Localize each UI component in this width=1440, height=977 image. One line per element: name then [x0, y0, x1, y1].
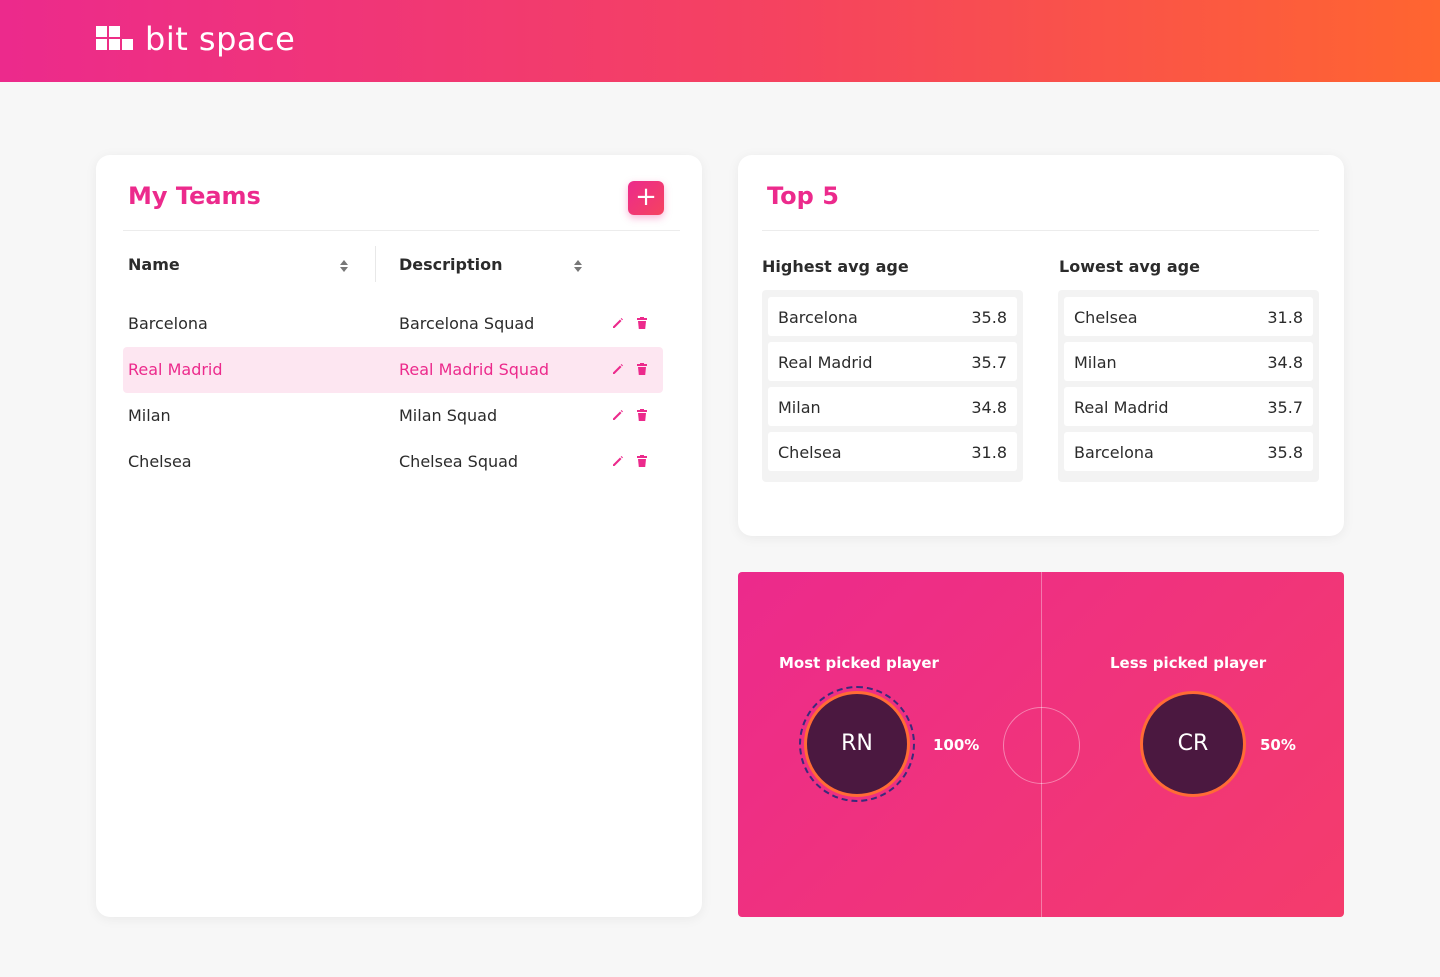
- most-picked-label: Most picked player: [779, 654, 939, 672]
- sort-name-icon[interactable]: [340, 259, 348, 273]
- rank-avg-age: 31.8: [1267, 308, 1303, 327]
- team-name: Barcelona: [128, 314, 208, 333]
- lowest-avg-age-list: Chelsea 31.8 Milan 34.8 Real Madrid 35.7 Barce…: [1058, 290, 1319, 482]
- less-picked-percent: 50%: [1260, 736, 1296, 754]
- top-5-title: Top 5: [767, 182, 839, 210]
- trash-icon[interactable]: [635, 315, 649, 329]
- rank-item: Barcelona 35.8: [1064, 432, 1313, 471]
- rank-team-name: Chelsea: [1074, 308, 1138, 327]
- team-row[interactable]: Barcelona Barcelona Squad: [123, 301, 663, 347]
- edit-icon[interactable]: [611, 315, 625, 329]
- team-row[interactable]: Chelsea Chelsea Squad: [123, 439, 663, 485]
- rank-item: Real Madrid 35.7: [768, 342, 1017, 381]
- logo-icon: [96, 26, 135, 52]
- rank-team-name: Barcelona: [1074, 443, 1154, 462]
- my-teams-title: My Teams: [128, 182, 261, 210]
- rank-team-name: Milan: [778, 398, 821, 417]
- rank-avg-age: 35.7: [1267, 398, 1303, 417]
- rank-item: Milan 34.8: [1064, 342, 1313, 381]
- rank-item: Barcelona 35.8: [768, 297, 1017, 336]
- rank-team-name: Barcelona: [778, 308, 858, 327]
- team-name: Milan: [128, 406, 171, 425]
- edit-icon[interactable]: [611, 407, 625, 421]
- most-picked-percent: 100%: [933, 736, 980, 754]
- team-description: Barcelona Squad: [399, 314, 535, 333]
- top-5-divider: [762, 230, 1319, 231]
- rank-item: Milan 34.8: [768, 387, 1017, 426]
- teams-divider: [123, 230, 680, 231]
- rank-avg-age: 35.7: [971, 353, 1007, 372]
- logo-text: bit space: [145, 20, 296, 58]
- rank-team-name: Real Madrid: [1074, 398, 1169, 417]
- lowest-avg-age-label: Lowest avg age: [1059, 257, 1200, 276]
- rank-team-name: Chelsea: [778, 443, 842, 462]
- trash-icon[interactable]: [635, 407, 649, 421]
- rank-team-name: Milan: [1074, 353, 1117, 372]
- most-picked-avatar[interactable]: RN: [804, 691, 910, 797]
- rank-avg-age: 34.8: [1267, 353, 1303, 372]
- team-description: Chelsea Squad: [399, 452, 519, 471]
- top-5-card: Top 5 Highest avg age Lowest avg age Bar…: [738, 155, 1344, 536]
- edit-icon[interactable]: [611, 361, 625, 375]
- trash-icon[interactable]: [635, 361, 649, 375]
- rank-avg-age: 35.8: [971, 308, 1007, 327]
- column-separator: [375, 246, 376, 282]
- rank-team-name: Real Madrid: [778, 353, 873, 372]
- team-description: Real Madrid Squad: [399, 360, 550, 379]
- sort-description-icon[interactable]: [574, 259, 582, 273]
- team-row[interactable]: Milan Milan Squad: [123, 393, 663, 439]
- less-picked-label: Less picked player: [1110, 654, 1267, 672]
- rank-avg-age: 31.8: [971, 443, 1007, 462]
- team-name: Chelsea: [128, 452, 192, 471]
- rank-avg-age: 35.8: [1267, 443, 1303, 462]
- highest-avg-age-list: Barcelona 35.8 Real Madrid 35.7 Milan 34.8 Che…: [762, 290, 1023, 482]
- column-header-name[interactable]: Name: [128, 255, 180, 274]
- rank-item: Chelsea 31.8: [768, 432, 1017, 471]
- rank-item: Real Madrid 35.7: [1064, 387, 1313, 426]
- field-center-circle: [1003, 707, 1080, 784]
- trash-icon[interactable]: [635, 453, 649, 467]
- team-row[interactable]: Real Madrid Real Madrid Squad: [123, 347, 663, 393]
- add-team-button[interactable]: +: [628, 181, 664, 215]
- team-name: Real Madrid: [128, 360, 223, 379]
- rank-item: Chelsea 31.8: [1064, 297, 1313, 336]
- column-header-description[interactable]: Description: [399, 255, 502, 274]
- highest-avg-age-label: Highest avg age: [762, 257, 909, 276]
- logo[interactable]: bit space: [96, 22, 295, 56]
- my-teams-card: My Teams + Name Description Barcelona Bar…: [96, 155, 702, 917]
- rank-avg-age: 34.8: [971, 398, 1007, 417]
- picked-players-field: Most picked player RN 100% Less picked p…: [738, 572, 1344, 917]
- edit-icon[interactable]: [611, 453, 625, 467]
- less-picked-avatar[interactable]: CR: [1140, 691, 1246, 797]
- top-bar: bit space: [0, 0, 1440, 82]
- team-description: Milan Squad: [399, 406, 498, 425]
